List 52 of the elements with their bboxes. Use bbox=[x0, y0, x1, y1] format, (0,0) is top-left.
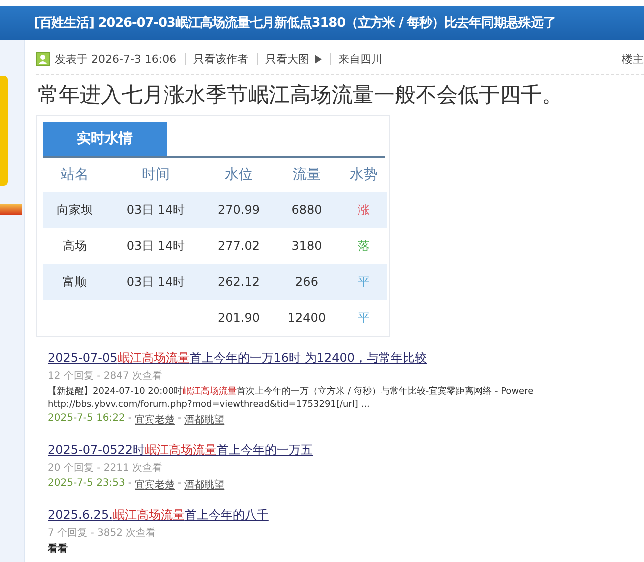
result-url: http://bbs.ybvv.com/forum.php?mod=viewthread&tid=1753291[/url] ... bbox=[48, 400, 371, 410]
author-link[interactable]: 宜宾老楚 bbox=[135, 478, 175, 492]
table-cell: 03日 14时 bbox=[126, 238, 186, 252]
location-text: 来自四川 bbox=[338, 52, 383, 66]
separator-text: - bbox=[128, 413, 132, 426]
column-header: 时间 bbox=[142, 166, 170, 184]
table-cell: 266 bbox=[296, 275, 318, 289]
water-tab[interactable]: 实时水情 bbox=[43, 122, 167, 156]
table-cell: 12400 bbox=[288, 311, 326, 325]
table-cell: 高场 bbox=[63, 238, 87, 252]
result-stats: 7 个回复 - 3852 次查看 bbox=[48, 526, 158, 540]
user-icon bbox=[36, 52, 50, 66]
separator-text: - bbox=[178, 478, 182, 491]
floor-label: 楼主 bbox=[622, 52, 644, 66]
only-author-link[interactable]: 只看该作者 bbox=[194, 52, 249, 66]
thread-title: [百姓生活] 2026-07-03岷江高场流量七月新低点3180（立方米 / 每秒）比去年同期悬殊远了 bbox=[34, 14, 556, 32]
forum-link[interactable]: 酒都眺望 bbox=[184, 413, 225, 427]
column-header: 流量 bbox=[293, 166, 321, 184]
column-header: 水势 bbox=[350, 166, 378, 184]
result-stats: 12 个回复 - 2847 次查看 bbox=[48, 370, 164, 383]
table-cell: 270.99 bbox=[218, 203, 260, 217]
table-cell: 03日 14时 bbox=[126, 274, 186, 288]
column-header: 站名 bbox=[61, 166, 89, 184]
author-link[interactable]: 宜宾老楚 bbox=[135, 413, 175, 427]
table-cell: 向家坝 bbox=[57, 202, 93, 216]
trend-cell: 平 bbox=[358, 310, 370, 324]
separator-text: - bbox=[178, 413, 182, 426]
separator-text: - bbox=[128, 478, 132, 491]
table-cell: 201.90 bbox=[218, 311, 260, 325]
table-cell: 3180 bbox=[292, 239, 322, 253]
table-cell: 262.12 bbox=[218, 275, 260, 289]
result-note: 看看 bbox=[48, 542, 69, 556]
result-stats: 20 个回复 - 2211 次查看 bbox=[48, 462, 164, 475]
trend-cell: 平 bbox=[358, 274, 370, 288]
column-header: 水位 bbox=[225, 166, 253, 184]
result-date: 2025-7-5 23:53 bbox=[48, 478, 126, 491]
only-images-link[interactable]: 只看大图 bbox=[266, 52, 310, 66]
trend-cell: 涨 bbox=[358, 202, 370, 216]
result-date: 2025-7-5 16:22 bbox=[48, 413, 126, 426]
trend-cell: 落 bbox=[358, 238, 370, 252]
table-cell: 6880 bbox=[292, 203, 322, 217]
result-snippet: 【新提醒】2024-07-10 20:00时岷江高场流量首次上今年的一万（立方米 / 每秒）与常年比较-宜宾零距离网络 - Powere bbox=[48, 386, 535, 398]
result-link[interactable]: 2025.6.25.岷江高场流量首上今年的八千 bbox=[48, 508, 269, 522]
banner-strip bbox=[0, 204, 22, 215]
table-cell: 277.02 bbox=[218, 239, 260, 253]
play-icon bbox=[314, 54, 322, 64]
table-cell: 富顺 bbox=[63, 274, 87, 288]
result-link[interactable]: 2025-07-0522时岷江高场流量首上今年的一万五 bbox=[48, 443, 314, 457]
post-date: 发表于 2026-7-3 16:06 bbox=[55, 52, 177, 66]
table-cell: 03日 14时 bbox=[126, 202, 186, 216]
forum-link[interactable]: 酒都眺望 bbox=[184, 478, 225, 492]
post-headline: 常年进入七月涨水季节岷江高场流量一般不会低于四千。 bbox=[38, 82, 564, 109]
